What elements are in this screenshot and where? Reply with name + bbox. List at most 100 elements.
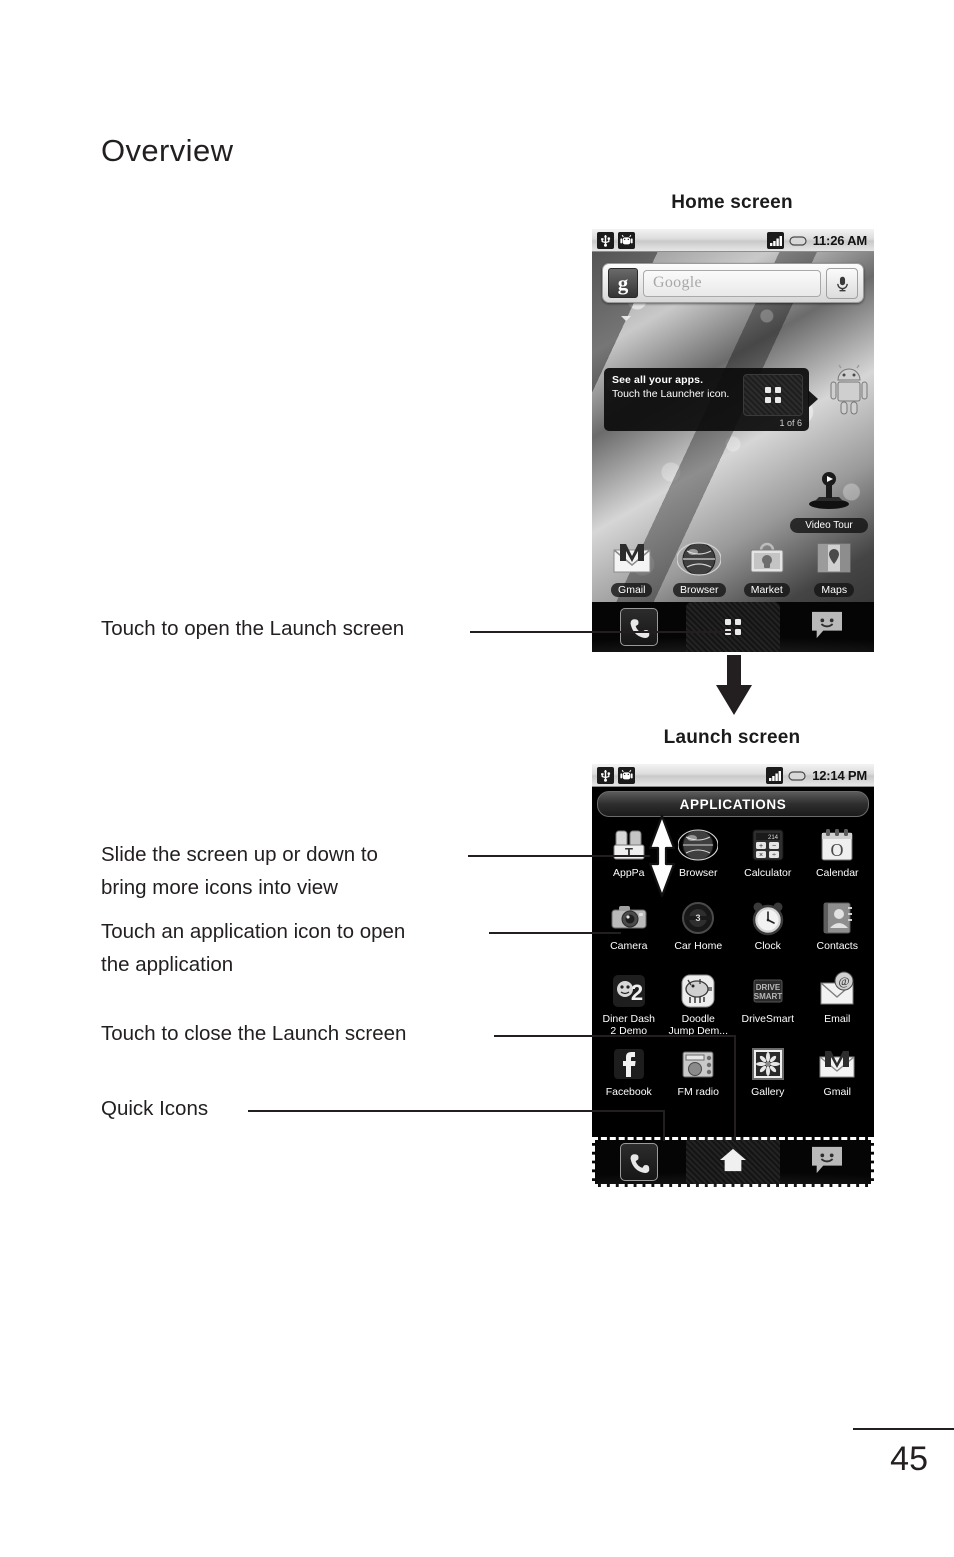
phone-handset-icon (620, 1143, 658, 1181)
dock-messaging-button[interactable] (780, 602, 874, 652)
annotation-touch-app: Touch an application icon to open the ap… (101, 920, 406, 976)
launch-screen-caption: Launch screen (663, 727, 801, 748)
annotation-close-launch: Touch to close the Launch screen (101, 1022, 407, 1045)
svg-text:−: − (772, 843, 776, 850)
page-title: Overview (101, 133, 234, 168)
car-home-icon: 3 (678, 898, 718, 938)
doodle-jump-icon (678, 971, 718, 1011)
svg-text:3: 3 (696, 913, 701, 923)
app-label: Doodle Jump Dem... (668, 1013, 728, 1037)
app-email[interactable]: @ Email (803, 968, 873, 1040)
launcher-grid-icon (743, 374, 803, 416)
home-dock (592, 602, 874, 652)
app-label: Gmail (823, 1086, 851, 1098)
market-bag-icon (745, 536, 789, 580)
email-icon: @ (817, 971, 857, 1011)
app-doodle-jump[interactable]: Doodle Jump Dem... (664, 968, 734, 1040)
gmail-icon (610, 536, 654, 580)
signal-bars-icon (766, 231, 784, 249)
home-app-maps[interactable]: Maps (803, 536, 865, 598)
app-gallery[interactable]: Gallery (733, 1041, 803, 1113)
application-grid: T AppPa Browser 214 + − × ÷ Calculator O… (592, 820, 874, 1113)
svg-text:+: + (759, 843, 763, 850)
annotation-quick-icons: Quick Icons (101, 1097, 209, 1120)
app-label: Gallery (751, 1086, 785, 1098)
messaging-smiley-icon (810, 1145, 844, 1180)
google-search-widget[interactable]: g Google (602, 263, 864, 321)
app-car-home[interactable]: 3 Car Home (664, 895, 734, 967)
calculator-icon: 214 + − × ÷ (748, 825, 788, 865)
android-bug-icon (618, 231, 635, 249)
app-camera[interactable]: Camera (594, 895, 664, 967)
dock-home-button[interactable] (686, 1137, 780, 1187)
drivesmart-icon: DRIVE SMART (748, 971, 788, 1011)
svg-text:DRIVE: DRIVE (756, 983, 781, 992)
app-diner-dash[interactable]: 2 Diner Dash 2 Demo (594, 968, 664, 1040)
leader-line-touch-app (489, 932, 621, 934)
annotation-slide-screen: Slide the screen up or down to bring mor… (101, 843, 378, 899)
applications-header: APPLICATIONS (597, 791, 869, 817)
app-label: Contacts (816, 940, 858, 952)
home-app-label: Gmail (611, 583, 653, 597)
app-label: Camera (610, 940, 648, 952)
svg-text:÷: ÷ (772, 852, 776, 859)
app-label: Clock (754, 940, 781, 952)
leader-line-slide-screen (468, 855, 650, 857)
leader-line-open-launch (470, 631, 732, 633)
dock-phone-button[interactable] (592, 1137, 686, 1187)
app-fm-radio[interactable]: FM radio (664, 1041, 734, 1113)
dock-phone-button[interactable] (592, 602, 686, 652)
app-label: Calculator (744, 867, 792, 879)
battery-icon (789, 232, 808, 249)
app-contacts[interactable]: Contacts (803, 895, 873, 967)
home-house-icon (719, 1147, 747, 1178)
svg-text:×: × (759, 852, 763, 859)
launcher-tooltip: See all your apps. Touch the Launcher ic… (604, 368, 818, 431)
microphone-icon[interactable] (826, 267, 858, 299)
dock-launcher-button[interactable] (686, 602, 780, 652)
svg-text:@: @ (839, 974, 850, 988)
google-g-logo: g (608, 268, 638, 298)
home-app-gmail[interactable]: Gmail (601, 536, 663, 598)
search-input[interactable]: Google (643, 269, 821, 297)
usb-icon (597, 766, 614, 784)
app-label: Calendar (815, 867, 859, 879)
app-drivesmart[interactable]: DRIVE SMART DriveSmart (733, 968, 803, 1040)
dock-messaging-button[interactable] (780, 1137, 874, 1187)
app-gmail[interactable]: Gmail (803, 1041, 873, 1113)
app-calendar[interactable]: O Calendar (803, 822, 873, 894)
gallery-icon (748, 1044, 788, 1084)
app-clock[interactable]: Clock (733, 895, 803, 967)
app-label: Facebook (605, 1086, 652, 1098)
browser-globe-icon (677, 825, 719, 865)
tooltip-tail (808, 390, 818, 408)
home-app-market[interactable]: Market (736, 536, 798, 598)
annotation-open-launch: Touch to open the Launch screen (101, 617, 405, 640)
app-calculator[interactable]: 214 + − × ÷ Calculator (733, 822, 803, 894)
app-label: DriveSmart (741, 1013, 794, 1025)
launch-dock (592, 1137, 874, 1187)
search-placeholder: Google (653, 274, 702, 291)
home-app-row: Gmail Browser Market Maps (592, 536, 874, 598)
apppack-icon: T (609, 825, 649, 865)
home-screen-caption: Home screen (671, 192, 793, 213)
app-facebook[interactable]: Facebook (594, 1041, 664, 1113)
home-app-label: Maps (814, 583, 855, 597)
app-label: Car Home (674, 940, 723, 952)
svg-text:214: 214 (768, 835, 779, 841)
tooltip-counter: 1 of 6 (779, 418, 802, 428)
svg-text:T: T (625, 845, 633, 860)
diner-dash-icon: 2 (609, 971, 649, 1011)
video-tour-widget[interactable]: Video Tour (790, 471, 868, 533)
home-status-time: 11:26 AM (812, 232, 867, 248)
clock-icon (748, 898, 788, 938)
widget-dropdown-arrow-icon[interactable] (621, 316, 631, 321)
svg-text:SMART: SMART (754, 992, 783, 1001)
home-status-bar: 11:26 AM (592, 229, 874, 252)
home-screen-device: 11:26 AM g Google See all your apps. Tou… (592, 229, 874, 652)
android-bug-icon (618, 766, 635, 784)
down-arrow-icon (712, 655, 756, 717)
home-app-browser[interactable]: Browser (668, 536, 730, 598)
launch-status-bar: 12:14 PM (592, 764, 874, 787)
home-wallpaper: g Google See all your apps. Touch the La… (592, 252, 874, 652)
